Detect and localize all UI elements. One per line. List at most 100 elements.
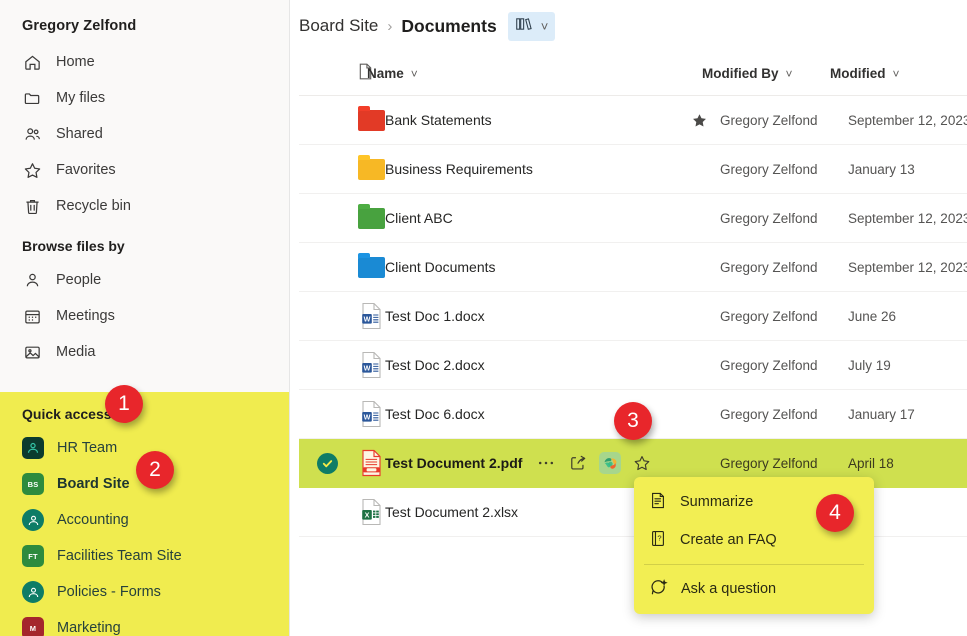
- chevron-down-icon: ˅: [410, 66, 418, 81]
- chevron-down-icon: ˅: [785, 66, 793, 81]
- share-icon[interactable]: [567, 452, 589, 474]
- pdf-file-icon: [357, 449, 385, 477]
- sidebar-item-label: Favorites: [56, 162, 116, 178]
- column-header-name[interactable]: Name ˅: [367, 66, 660, 81]
- library-books-icon: [515, 16, 534, 37]
- image-icon: [22, 342, 42, 362]
- sidebar-item-favorites[interactable]: Favorites: [0, 152, 289, 188]
- sidebar-item-meetings[interactable]: Meetings: [0, 298, 289, 334]
- word-file-icon: W: [357, 400, 385, 428]
- modified-value: June 26: [848, 308, 897, 324]
- sidebar-item-media[interactable]: Media: [0, 334, 289, 370]
- breadcrumb-current: Documents: [401, 15, 497, 36]
- sidebar-item-label: Recycle bin: [56, 198, 131, 214]
- sidebar-item-recycle-bin[interactable]: Recycle bin: [0, 188, 289, 224]
- modified-value: September 12, 2023: [848, 210, 967, 226]
- excel-file-icon: X: [357, 498, 385, 526]
- modified-by-value: Gregory Zelfond: [720, 406, 818, 422]
- file-name: Test Document 2.pdf: [385, 455, 523, 471]
- column-header-modified-by-label: Modified By: [702, 66, 779, 81]
- ellipsis-icon[interactable]: [535, 452, 557, 474]
- column-header-modified-by[interactable]: Modified By ˅: [702, 66, 830, 81]
- modified-value: January 13: [848, 161, 915, 177]
- modified-value: January 17: [848, 406, 915, 422]
- sidebar-item-my-files[interactable]: My files: [0, 80, 289, 116]
- ask-chat-sparkle-icon: [649, 578, 668, 601]
- quick-access-item-label: Board Site: [57, 476, 130, 492]
- folder-icon: [22, 88, 42, 108]
- file-name: Business Requirements: [385, 161, 533, 177]
- breadcrumb: Board Site › Documents ˅: [290, 0, 967, 52]
- favorite-star-filled-icon[interactable]: [678, 112, 720, 129]
- sidebar-item-shared[interactable]: Shared: [0, 116, 289, 152]
- quick-access-item-marketing[interactable]: M Marketing: [0, 610, 289, 636]
- onedrive-sharepoint-window: Gregory Zelfond Home My files Shared Fav…: [0, 0, 967, 636]
- breadcrumb-separator-icon: ›: [387, 17, 393, 35]
- modified-by-value: Gregory Zelfond: [720, 259, 818, 275]
- modified-by-value: Gregory Zelfond: [720, 308, 818, 324]
- quick-access-item-facilities-team-site[interactable]: FT Facilities Team Site: [0, 538, 289, 574]
- table-row[interactable]: W Test Doc 2.docx Gregory Zelfond July 1…: [299, 341, 967, 390]
- quick-access-heading: Quick access: [22, 406, 112, 422]
- star-outline-icon[interactable]: [631, 452, 653, 474]
- svg-text:W: W: [363, 412, 370, 421]
- home-icon: [22, 52, 42, 72]
- chevron-down-icon: ˅: [892, 66, 900, 81]
- menu-item-label: Summarize: [680, 494, 754, 510]
- sidebar-item-home[interactable]: Home: [0, 44, 289, 80]
- table-row[interactable]: Business Requirements Gregory Zelfond Ja…: [299, 145, 967, 194]
- main-content: Board Site › Documents ˅ Name ˅ Modified…: [290, 0, 967, 636]
- table-row[interactable]: Client Documents Gregory Zelfond Septemb…: [299, 243, 967, 292]
- quick-access-item-label: Accounting: [57, 512, 129, 528]
- team-circle-icon: [22, 581, 44, 603]
- table-row[interactable]: Client ABC Gregory Zelfond September 12,…: [299, 194, 967, 243]
- sidebar-item-label: Meetings: [56, 308, 115, 324]
- svg-text:X: X: [364, 510, 369, 519]
- chevron-down-icon: ˅: [540, 18, 549, 34]
- modified-value: April 18: [848, 455, 894, 471]
- menu-item-ask-a-question[interactable]: Ask a question: [634, 570, 874, 608]
- quick-access-item-policies-forms[interactable]: Policies - Forms: [0, 574, 289, 610]
- team-circle-icon: [22, 437, 44, 459]
- quick-access-section: Quick access HR Team BS Board Site Accou…: [0, 392, 289, 636]
- sidebar-item-label: My files: [56, 90, 106, 106]
- word-file-icon: W: [357, 302, 385, 330]
- modified-by-value: Gregory Zelfond: [720, 210, 818, 226]
- callout-badge-4: 4: [816, 494, 854, 532]
- library-switcher-button[interactable]: ˅: [507, 11, 556, 41]
- sidebar: Gregory Zelfond Home My files Shared Fav…: [0, 0, 290, 636]
- menu-item-label: Ask a question: [681, 581, 777, 597]
- quick-access-item-accounting[interactable]: Accounting: [0, 502, 289, 538]
- file-name: Client ABC: [385, 210, 453, 226]
- file-name: Test Doc 6.docx: [385, 406, 485, 422]
- sidebar-item-people[interactable]: People: [0, 262, 289, 298]
- column-header-icon[interactable]: [299, 62, 372, 86]
- site-initials: M: [22, 617, 44, 636]
- column-header-modified[interactable]: Modified ˅: [830, 66, 967, 81]
- copilot-icon[interactable]: [599, 452, 622, 474]
- table-row[interactable]: Bank Statements Gregory Zelfond Septembe…: [299, 96, 967, 145]
- sidebar-user-name: Gregory Zelfond: [22, 18, 137, 34]
- team-circle-icon: [22, 509, 44, 531]
- modified-value: September 12, 2023: [848, 259, 967, 275]
- trash-icon: [22, 196, 42, 216]
- modified-by-value: Gregory Zelfond: [720, 455, 818, 471]
- site-square-icon: FT: [22, 545, 44, 567]
- column-header-modified-label: Modified: [830, 66, 886, 81]
- folder-red-icon: [357, 106, 385, 134]
- breadcrumb-site[interactable]: Board Site: [299, 16, 378, 36]
- summarize-doc-icon: [649, 491, 667, 514]
- callout-badge-2: 2: [136, 451, 174, 489]
- menu-divider: [644, 564, 864, 565]
- sidebar-item-label: Shared: [56, 126, 103, 142]
- file-list-table: Name ˅ Modified By ˅ Modified ˅ Bank Sta…: [299, 52, 967, 537]
- table-header-row: Name ˅ Modified By ˅ Modified ˅: [299, 52, 967, 96]
- svg-text:W: W: [363, 363, 370, 372]
- sidebar-item-label: Media: [56, 344, 96, 360]
- row-selected-check-icon[interactable]: [317, 452, 338, 474]
- browse-files-by-heading: Browse files by: [22, 238, 125, 254]
- quick-access-item-label: Facilities Team Site: [57, 548, 182, 564]
- callout-badge-3: 3: [614, 402, 652, 440]
- file-name: Test Doc 2.docx: [385, 357, 485, 373]
- table-row[interactable]: W Test Doc 1.docx Gregory Zelfond June 2…: [299, 292, 967, 341]
